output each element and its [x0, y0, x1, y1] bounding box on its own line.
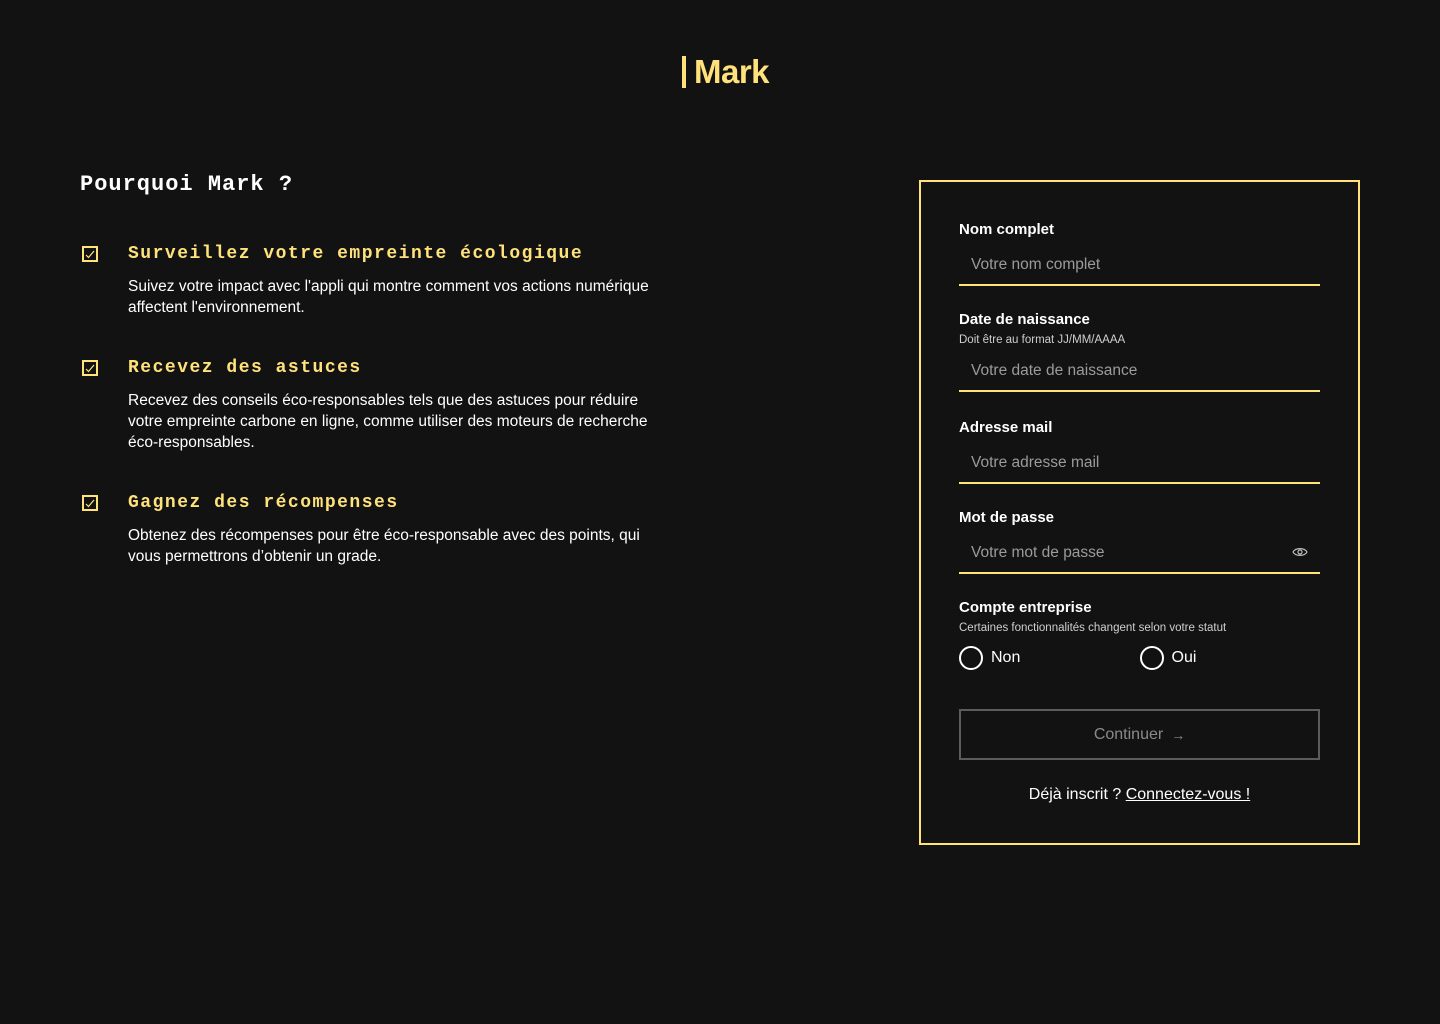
full-name-input-wrap	[959, 248, 1320, 286]
business-account-radio-group: Non Oui	[959, 646, 1320, 670]
full-name-label: Nom complet	[959, 221, 1055, 238]
radio-label: Oui	[1171, 649, 1197, 666]
radio-option-non[interactable]: Non	[959, 646, 1140, 670]
radio-circle-icon[interactable]	[1139, 646, 1164, 670]
checkbox-checked-icon	[82, 495, 98, 511]
signup-form: Nom complet Date de naissance Doit être …	[919, 180, 1360, 845]
login-prompt-line: Déjà inscrit ? Connectez-vous !	[921, 786, 1358, 804]
birth-date-field: Date de naissance Doit être au format JJ…	[959, 310, 1320, 392]
radio-label: Non	[991, 649, 1021, 666]
email-label: Adresse mail	[959, 419, 1053, 436]
feature-item: Recevez des astuces Recevez des conseils…	[80, 356, 700, 453]
checkbox-checked-icon	[82, 246, 98, 262]
login-prompt: Déjà inscrit ?	[1028, 786, 1122, 803]
radio-option-oui[interactable]: Oui	[1139, 646, 1321, 670]
feature-description: Recevez des conseils éco-responsables te…	[128, 392, 648, 451]
feature-title: Gagnez des récompenses	[128, 493, 399, 513]
email-field: Adresse mail	[959, 418, 1320, 484]
brand-logo: Mark	[682, 53, 770, 90]
password-field: Mot de passe	[959, 508, 1320, 574]
password-input[interactable]	[959, 536, 1320, 570]
full-name-input[interactable]	[959, 248, 1320, 282]
business-account-field: Compte entreprise Certaines fonctionnali…	[959, 598, 1320, 670]
brand-name: Mark	[694, 53, 770, 90]
feature-item: Gagnez des récompenses Obtenez des récom…	[80, 491, 700, 567]
radio-circle-icon[interactable]	[959, 646, 983, 670]
birth-date-hint: Doit être au format JJ/MM/AAAA	[959, 334, 1126, 346]
arrow-right-icon: →	[1171, 726, 1186, 743]
feature-description: Suivez votre impact avec l'appli qui mon…	[128, 278, 649, 316]
feature-item: Surveillez votre empreinte écologique Su…	[80, 242, 700, 318]
logo-bar-icon	[682, 56, 686, 88]
email-input[interactable]	[959, 446, 1320, 480]
full-name-field: Nom complet	[959, 220, 1320, 286]
password-input-wrap	[959, 536, 1320, 574]
feature-title: Recevez des astuces	[128, 358, 362, 378]
why-title: Pourquoi Mark ?	[80, 172, 294, 197]
birth-date-input-wrap	[959, 354, 1320, 392]
login-link[interactable]: Connectez-vous !	[1126, 786, 1251, 803]
email-input-wrap	[959, 446, 1320, 484]
checkbox-checked-icon	[82, 360, 98, 376]
feature-description: Obtenez des récompenses pour être éco-re…	[128, 527, 640, 565]
eye-icon[interactable]	[1292, 546, 1308, 558]
business-account-hint: Certaines fonctionnalités changent selon…	[959, 622, 1227, 634]
password-label: Mot de passe	[959, 509, 1055, 526]
feature-title: Surveillez votre empreinte écologique	[128, 244, 584, 264]
business-account-label: Compte entreprise	[959, 599, 1092, 616]
birth-date-label: Date de naissance	[959, 311, 1090, 328]
continue-button-label: Continuer	[1093, 725, 1164, 743]
birth-date-input[interactable]	[959, 354, 1320, 388]
why-section: Pourquoi Mark ? Surveillez votre emprein…	[80, 170, 700, 567]
continue-button[interactable]: Continuer →	[959, 709, 1320, 760]
